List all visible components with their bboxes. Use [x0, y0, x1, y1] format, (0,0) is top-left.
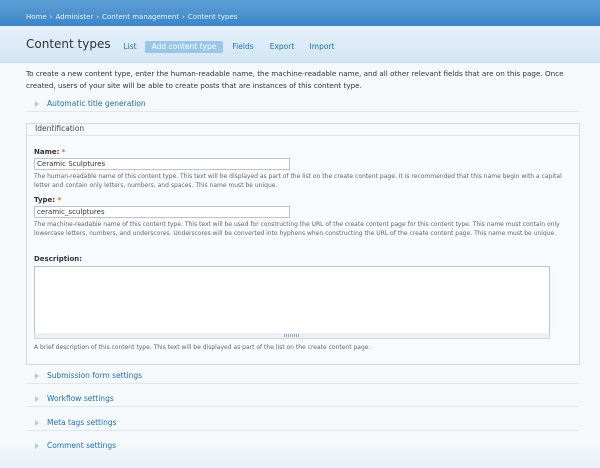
section-label[interactable]: Workflow settings [47, 394, 114, 403]
tab-list[interactable]: List [123, 41, 137, 53]
tab-fields[interactable]: Fields [232, 41, 254, 53]
grip-icon [284, 334, 300, 337]
section-label[interactable]: Submission form settings [47, 371, 142, 380]
legend-divider [27, 135, 579, 136]
section-meta-tags-settings[interactable]: Meta tags settings [26, 418, 578, 431]
collapsed-triangle-icon [35, 373, 39, 379]
page-header: Content types List Add content type Fiel… [0, 26, 600, 63]
breadcrumb-content-types[interactable]: Content types [188, 13, 237, 21]
section-comment-settings[interactable]: Comment settings [26, 441, 578, 453]
main-content: To create a new content type, enter the … [0, 63, 600, 468]
fieldset-legend: Identification [35, 124, 85, 133]
section-submission-form-settings[interactable]: Submission form settings [26, 371, 578, 384]
collapsed-triangle-icon [35, 420, 39, 426]
type-label-text: Type: [34, 196, 56, 204]
name-input[interactable]: Ceramic Sculptures [34, 158, 290, 170]
type-description: The machine-readable name of this conten… [34, 221, 560, 237]
tab-import[interactable]: Import [309, 41, 335, 53]
top-bar: Home › Administer › Content management › Conte… [0, 0, 600, 26]
description-textarea[interactable] [34, 266, 550, 334]
page-title: Content types [26, 37, 111, 51]
identification-fieldset: Identification Name: * Ceramic Sculpture… [26, 123, 580, 365]
required-mark: * [57, 196, 62, 204]
type-label: Type: * [34, 196, 61, 204]
section-workflow-settings[interactable]: Workflow settings [26, 394, 578, 407]
name-description: The human-readable name of this content … [34, 173, 562, 189]
name-label: Name: * [34, 148, 66, 156]
section-label[interactable]: Meta tags settings [47, 418, 117, 427]
breadcrumb: Home › Administer › Content management › Conte… [26, 13, 237, 21]
tab-export[interactable]: Export [269, 41, 295, 53]
section-label[interactable]: Comment settings [47, 441, 116, 450]
collapsed-triangle-icon [35, 396, 39, 402]
textarea-resize-handle[interactable] [34, 333, 550, 339]
section-automatic-title-generation[interactable]: Automatic title generation [26, 99, 578, 112]
collapsed-triangle-icon [35, 443, 39, 449]
section-label[interactable]: Automatic title generation [47, 99, 146, 108]
breadcrumb-separator: › [96, 13, 100, 21]
description-label: Description: [34, 255, 83, 263]
required-mark: * [61, 148, 66, 156]
type-input[interactable]: ceramic_sculptures [34, 206, 290, 218]
intro-text: To create a new content type, enter the … [26, 69, 564, 90]
tab-add-content-type[interactable]: Add content type [145, 41, 223, 53]
name-label-text: Name: [34, 148, 60, 156]
breadcrumb-content-management[interactable]: Content management [102, 13, 179, 21]
breadcrumb-separator: › [49, 13, 53, 21]
breadcrumb-home[interactable]: Home [26, 13, 47, 21]
breadcrumb-separator: › [182, 13, 185, 21]
breadcrumb-administer[interactable]: Administer [55, 13, 93, 21]
collapsed-triangle-icon [35, 101, 39, 107]
description-help: A brief description of this content type… [34, 344, 371, 351]
